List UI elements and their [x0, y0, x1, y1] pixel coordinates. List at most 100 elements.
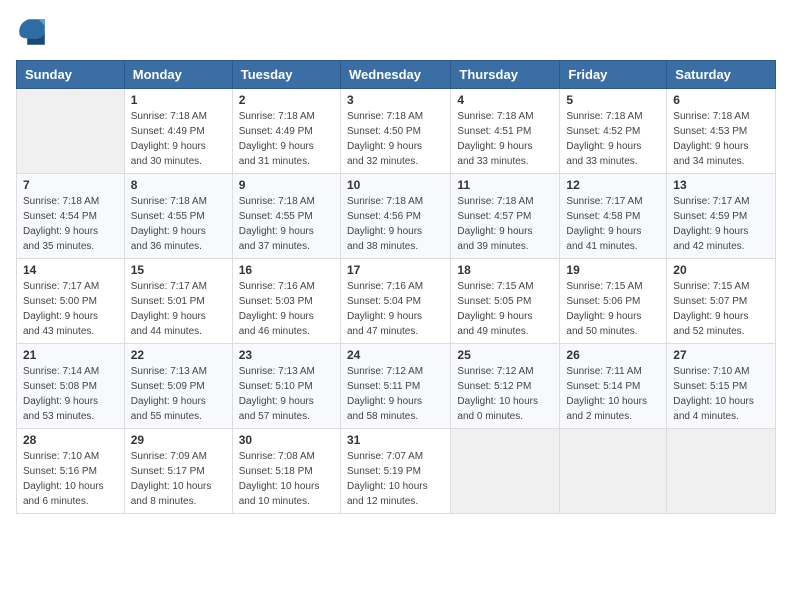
calendar-cell — [17, 89, 125, 174]
calendar-cell: 20 Sunrise: 7:15 AM Sunset: 5:07 PM Dayli… — [667, 259, 776, 344]
calendar-cell: 10 Sunrise: 7:18 AM Sunset: 4:56 PM Dayli… — [340, 174, 450, 259]
calendar-cell: 13 Sunrise: 7:17 AM Sunset: 4:59 PM Dayli… — [667, 174, 776, 259]
calendar-cell — [560, 429, 667, 514]
weekday-monday: Monday — [124, 61, 232, 89]
day-info: Sunrise: 7:09 AM Sunset: 5:17 PM Dayligh… — [131, 449, 226, 509]
day-info: Sunrise: 7:12 AM Sunset: 5:12 PM Dayligh… — [457, 364, 553, 424]
calendar-cell: 12 Sunrise: 7:17 AM Sunset: 4:58 PM Dayli… — [560, 174, 667, 259]
day-info: Sunrise: 7:11 AM Sunset: 5:14 PM Dayligh… — [566, 364, 660, 424]
day-info: Sunrise: 7:18 AM Sunset: 4:50 PM Dayligh… — [347, 109, 444, 169]
calendar-cell: 18 Sunrise: 7:15 AM Sunset: 5:05 PM Dayli… — [451, 259, 560, 344]
day-info: Sunrise: 7:12 AM Sunset: 5:11 PM Dayligh… — [347, 364, 444, 424]
logo-icon — [16, 16, 48, 48]
calendar-cell — [451, 429, 560, 514]
week-row-1: 1Sunrise: 7:18 AM Sunset: 4:49 PM Daylig… — [17, 89, 776, 174]
calendar-cell: 22Sunrise: 7:13 AM Sunset: 5:09 PM Dayli… — [124, 344, 232, 429]
day-info: Sunrise: 7:17 AM Sunset: 5:01 PM Dayligh… — [131, 279, 226, 339]
day-info: Sunrise: 7:18 AM Sunset: 4:53 PM Dayligh… — [673, 109, 769, 169]
day-info: Sunrise: 7:18 AM Sunset: 4:54 PM Dayligh… — [23, 194, 118, 254]
day-info: Sunrise: 7:18 AM Sunset: 4:49 PM Dayligh… — [239, 109, 334, 169]
day-number: 6 — [673, 93, 769, 107]
calendar-cell: 27 Sunrise: 7:10 AM Sunset: 5:15 PM Dayli… — [667, 344, 776, 429]
weekday-saturday: Saturday — [667, 61, 776, 89]
day-number: 3 — [347, 93, 444, 107]
day-number: 19 — [566, 263, 660, 277]
page-header — [16, 16, 776, 48]
day-number: 23 — [239, 348, 334, 362]
day-info: Sunrise: 7:15 AM Sunset: 5:06 PM Dayligh… — [566, 279, 660, 339]
day-info: Sunrise: 7:18 AM Sunset: 4:56 PM Dayligh… — [347, 194, 444, 254]
day-number: 7 — [23, 178, 118, 192]
day-number: 9 — [239, 178, 334, 192]
day-info: Sunrise: 7:10 AM Sunset: 5:15 PM Dayligh… — [673, 364, 769, 424]
calendar-cell: 1Sunrise: 7:18 AM Sunset: 4:49 PM Daylig… — [124, 89, 232, 174]
calendar-cell: 9 Sunrise: 7:18 AM Sunset: 4:55 PM Daylig… — [232, 174, 340, 259]
calendar-cell: 28 Sunrise: 7:10 AM Sunset: 5:16 PM Dayli… — [17, 429, 125, 514]
day-number: 18 — [457, 263, 553, 277]
day-info: Sunrise: 7:10 AM Sunset: 5:16 PM Dayligh… — [23, 449, 118, 509]
weekday-header-row: SundayMondayTuesdayWednesdayThursdayFrid… — [17, 61, 776, 89]
day-number: 28 — [23, 433, 118, 447]
calendar-cell: 6 Sunrise: 7:18 AM Sunset: 4:53 PM Daylig… — [667, 89, 776, 174]
calendar-body: 1Sunrise: 7:18 AM Sunset: 4:49 PM Daylig… — [17, 89, 776, 514]
calendar-cell: 3 Sunrise: 7:18 AM Sunset: 4:50 PM Daylig… — [340, 89, 450, 174]
day-info: Sunrise: 7:16 AM Sunset: 5:04 PM Dayligh… — [347, 279, 444, 339]
calendar-cell: 14Sunrise: 7:17 AM Sunset: 5:00 PM Dayli… — [17, 259, 125, 344]
day-info: Sunrise: 7:17 AM Sunset: 4:58 PM Dayligh… — [566, 194, 660, 254]
day-number: 16 — [239, 263, 334, 277]
calendar-cell: 31Sunrise: 7:07 AM Sunset: 5:19 PM Dayli… — [340, 429, 450, 514]
calendar-cell: 16 Sunrise: 7:16 AM Sunset: 5:03 PM Dayli… — [232, 259, 340, 344]
calendar-cell: 30Sunrise: 7:08 AM Sunset: 5:18 PM Dayli… — [232, 429, 340, 514]
calendar-cell: 7 Sunrise: 7:18 AM Sunset: 4:54 PM Daylig… — [17, 174, 125, 259]
week-row-5: 28 Sunrise: 7:10 AM Sunset: 5:16 PM Dayli… — [17, 429, 776, 514]
day-info: Sunrise: 7:18 AM Sunset: 4:55 PM Dayligh… — [239, 194, 334, 254]
day-number: 27 — [673, 348, 769, 362]
week-row-4: 21Sunrise: 7:14 AM Sunset: 5:08 PM Dayli… — [17, 344, 776, 429]
calendar-cell: 11 Sunrise: 7:18 AM Sunset: 4:57 PM Dayli… — [451, 174, 560, 259]
day-info: Sunrise: 7:18 AM Sunset: 4:51 PM Dayligh… — [457, 109, 553, 169]
day-number: 30 — [239, 433, 334, 447]
day-number: 2 — [239, 93, 334, 107]
day-number: 10 — [347, 178, 444, 192]
day-number: 24 — [347, 348, 444, 362]
calendar-cell: 26 Sunrise: 7:11 AM Sunset: 5:14 PM Dayli… — [560, 344, 667, 429]
weekday-thursday: Thursday — [451, 61, 560, 89]
day-number: 13 — [673, 178, 769, 192]
day-number: 29 — [131, 433, 226, 447]
day-number: 12 — [566, 178, 660, 192]
day-number: 15 — [131, 263, 226, 277]
day-number: 26 — [566, 348, 660, 362]
calendar-cell: 23Sunrise: 7:13 AM Sunset: 5:10 PM Dayli… — [232, 344, 340, 429]
day-info: Sunrise: 7:18 AM Sunset: 4:49 PM Dayligh… — [131, 109, 226, 169]
week-row-2: 7 Sunrise: 7:18 AM Sunset: 4:54 PM Daylig… — [17, 174, 776, 259]
day-number: 31 — [347, 433, 444, 447]
calendar: SundayMondayTuesdayWednesdayThursdayFrid… — [16, 60, 776, 514]
day-info: Sunrise: 7:17 AM Sunset: 4:59 PM Dayligh… — [673, 194, 769, 254]
day-number: 5 — [566, 93, 660, 107]
logo — [16, 16, 52, 48]
day-number: 17 — [347, 263, 444, 277]
day-number: 4 — [457, 93, 553, 107]
calendar-cell: 15 Sunrise: 7:17 AM Sunset: 5:01 PM Dayli… — [124, 259, 232, 344]
day-info: Sunrise: 7:14 AM Sunset: 5:08 PM Dayligh… — [23, 364, 118, 424]
calendar-cell: 25 Sunrise: 7:12 AM Sunset: 5:12 PM Dayli… — [451, 344, 560, 429]
calendar-cell — [667, 429, 776, 514]
week-row-3: 14Sunrise: 7:17 AM Sunset: 5:00 PM Dayli… — [17, 259, 776, 344]
calendar-cell: 17 Sunrise: 7:16 AM Sunset: 5:04 PM Dayli… — [340, 259, 450, 344]
day-info: Sunrise: 7:16 AM Sunset: 5:03 PM Dayligh… — [239, 279, 334, 339]
day-info: Sunrise: 7:15 AM Sunset: 5:07 PM Dayligh… — [673, 279, 769, 339]
calendar-cell: 24 Sunrise: 7:12 AM Sunset: 5:11 PM Dayli… — [340, 344, 450, 429]
calendar-cell: 2 Sunrise: 7:18 AM Sunset: 4:49 PM Daylig… — [232, 89, 340, 174]
weekday-wednesday: Wednesday — [340, 61, 450, 89]
day-number: 11 — [457, 178, 553, 192]
day-number: 20 — [673, 263, 769, 277]
calendar-cell: 19 Sunrise: 7:15 AM Sunset: 5:06 PM Dayli… — [560, 259, 667, 344]
day-info: Sunrise: 7:18 AM Sunset: 4:57 PM Dayligh… — [457, 194, 553, 254]
day-info: Sunrise: 7:18 AM Sunset: 4:55 PM Dayligh… — [131, 194, 226, 254]
day-number: 25 — [457, 348, 553, 362]
day-info: Sunrise: 7:15 AM Sunset: 5:05 PM Dayligh… — [457, 279, 553, 339]
day-number: 8 — [131, 178, 226, 192]
calendar-cell: 21Sunrise: 7:14 AM Sunset: 5:08 PM Dayli… — [17, 344, 125, 429]
day-number: 14 — [23, 263, 118, 277]
calendar-cell: 29 Sunrise: 7:09 AM Sunset: 5:17 PM Dayli… — [124, 429, 232, 514]
